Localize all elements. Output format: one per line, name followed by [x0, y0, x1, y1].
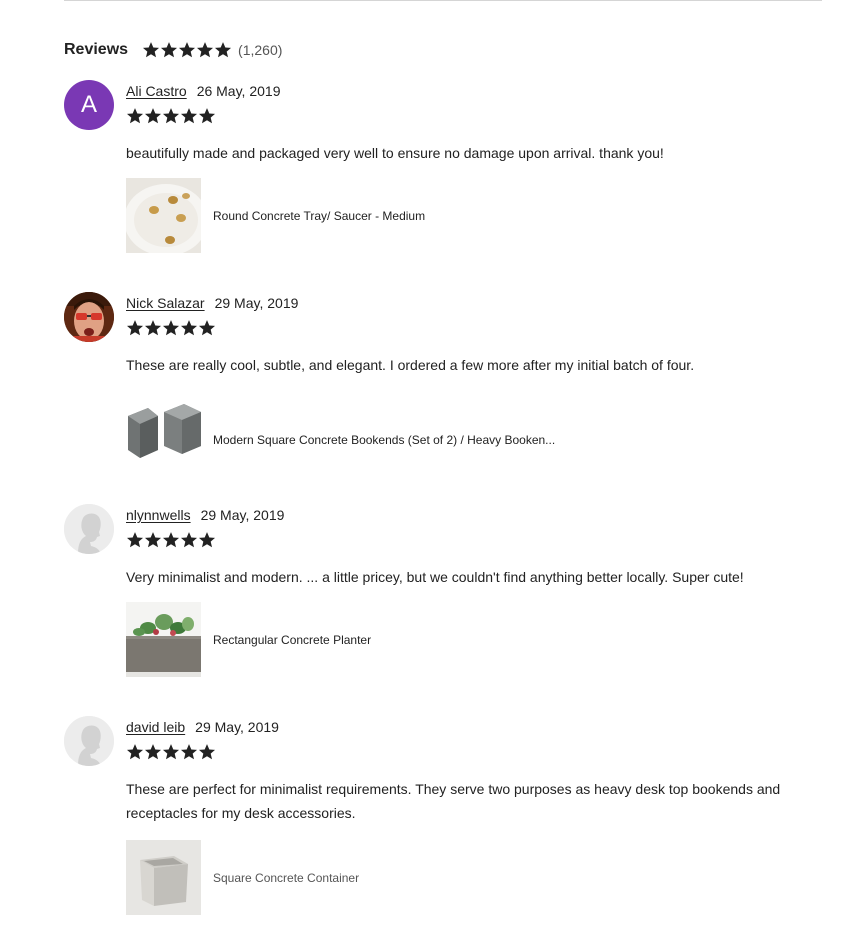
summary-rating-stars [142, 41, 232, 59]
review-date: 29 May, 2019 [200, 507, 285, 523]
star-icon [160, 41, 178, 59]
review-text: These are really cool, subtle, and elega… [126, 357, 695, 373]
reviews-header: Reviews (1,260) [64, 40, 282, 60]
review-body: Nick Salazar 29 May, 2019 These are real… [126, 292, 826, 477]
star-icon [144, 107, 162, 125]
review-rating-stars [126, 107, 826, 125]
container-thumbnail[interactable] [126, 840, 201, 915]
review-body: Ali Castro 26 May, 2019 beautifully made… [126, 80, 826, 253]
review-rating-stars [126, 319, 826, 337]
star-icon [144, 319, 162, 337]
review-rating-stars [126, 743, 826, 761]
review-meta: Nick Salazar 29 May, 2019 [126, 292, 826, 314]
listing-title[interactable]: Rectangular Concrete Planter [213, 633, 371, 647]
star-icon [142, 41, 160, 59]
star-icon [198, 743, 216, 761]
user-photo-avatar[interactable] [64, 292, 114, 342]
listing-link[interactable]: Rectangular Concrete Planter [126, 602, 826, 677]
star-icon [180, 107, 198, 125]
planter-thumbnail[interactable] [126, 602, 201, 677]
reviewer-name-link[interactable]: nlynnwells [126, 507, 191, 523]
star-icon [180, 319, 198, 337]
star-icon [196, 41, 214, 59]
listing-link[interactable]: Square Concrete Container [126, 840, 826, 915]
star-icon [144, 531, 162, 549]
star-icon [162, 531, 180, 549]
avatar[interactable]: A [64, 80, 114, 130]
review-count: (1,260) [238, 42, 283, 58]
review-text: These are perfect for minimalist require… [126, 781, 781, 821]
star-icon [178, 41, 196, 59]
default-user-avatar[interactable] [64, 716, 114, 766]
listing-link[interactable]: Modern Square Concrete Bookends (Set of … [126, 402, 826, 477]
listing-title[interactable]: Square Concrete Container [213, 871, 359, 885]
star-icon [144, 743, 162, 761]
reviewer-name-link[interactable]: david leib [126, 719, 185, 735]
star-icon [162, 319, 180, 337]
star-icon [198, 531, 216, 549]
star-icon [126, 743, 144, 761]
listing-title[interactable]: Round Concrete Tray/ Saucer - Medium [213, 209, 425, 223]
star-icon [214, 41, 232, 59]
review-meta: david leib 29 May, 2019 [126, 716, 826, 738]
star-icon [180, 531, 198, 549]
review-date: 29 May, 2019 [195, 719, 279, 735]
review-meta: Ali Castro 26 May, 2019 [126, 80, 826, 102]
star-icon [198, 319, 216, 337]
star-icon [198, 107, 216, 125]
review-date: 29 May, 2019 [214, 295, 299, 311]
reviews-title: Reviews [64, 41, 129, 58]
reviewer-name-link[interactable]: Nick Salazar [126, 295, 205, 311]
star-icon [162, 743, 180, 761]
round-tray-thumbnail[interactable] [126, 178, 201, 253]
review-date: 26 May, 2019 [196, 83, 281, 99]
star-icon [162, 107, 180, 125]
review-rating-stars [126, 531, 826, 549]
top-divider [64, 0, 822, 1]
default-user-avatar[interactable] [64, 504, 114, 554]
listing-link[interactable]: Round Concrete Tray/ Saucer - Medium [126, 178, 826, 253]
review-body: david leib 29 May, 2019 These are perfec… [126, 716, 826, 915]
listing-title[interactable]: Modern Square Concrete Bookends (Set of … [213, 433, 555, 447]
review-meta: nlynnwells 29 May, 2019 [126, 504, 826, 526]
bookends-thumbnail[interactable] [126, 402, 201, 477]
review-text: beautifully made and packaged very well … [126, 145, 664, 161]
reviewer-name-link[interactable]: Ali Castro [126, 83, 187, 99]
star-icon [126, 319, 144, 337]
avatar-initial: A [80, 91, 97, 118]
star-icon [180, 743, 198, 761]
star-icon [126, 531, 144, 549]
review-body: nlynnwells 29 May, 2019 Very minimalist … [126, 504, 826, 677]
star-icon [126, 107, 144, 125]
review-text: Very minimalist and modern. ... a little… [126, 569, 744, 585]
